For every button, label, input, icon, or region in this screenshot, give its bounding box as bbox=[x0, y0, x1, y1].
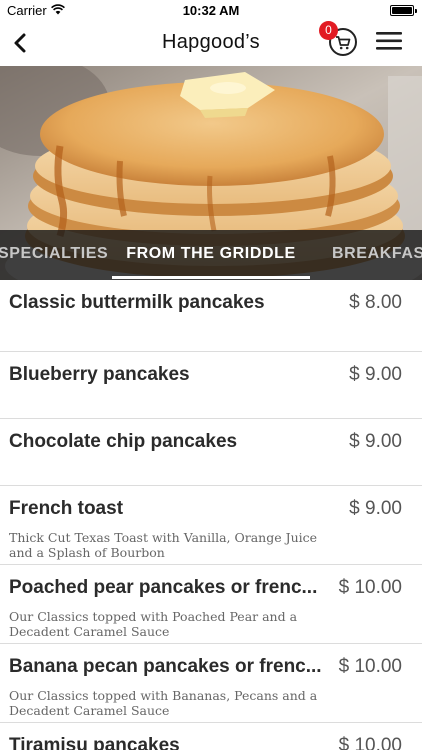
menu-item[interactable]: Poached pear pancakes or frenc... $ 10.0… bbox=[0, 565, 422, 644]
tab-from-the-griddle[interactable]: FROM THE GRIDDLE bbox=[112, 230, 310, 280]
item-price: $ 10.00 bbox=[338, 735, 402, 750]
cart-count-badge: 0 bbox=[319, 21, 338, 40]
tab-breakfast[interactable]: BREAKFAST bbox=[332, 230, 422, 280]
item-name: Tiramisu pancakes bbox=[9, 735, 180, 750]
status-bar: Carrier 10:32 AM bbox=[0, 0, 422, 22]
item-description: Our Classics topped with Bananas, Pecans… bbox=[9, 688, 318, 718]
item-price: $ 9.00 bbox=[349, 498, 402, 519]
item-name: Banana pecan pancakes or frenc... bbox=[9, 656, 322, 677]
battery-icon bbox=[390, 5, 417, 16]
menu-item[interactable]: Blueberry pancakes $ 9.00 bbox=[0, 352, 422, 419]
menu-item[interactable]: French toast $ 9.00 Thick Cut Texas Toas… bbox=[0, 486, 422, 565]
item-name: Blueberry pancakes bbox=[9, 364, 190, 385]
item-name: Chocolate chip pancakes bbox=[9, 431, 238, 452]
item-price: $ 8.00 bbox=[349, 292, 402, 313]
item-price: $ 9.00 bbox=[349, 431, 402, 452]
status-time: 10:32 AM bbox=[182, 3, 240, 18]
menu-item[interactable]: Classic buttermilk pancakes $ 8.00 bbox=[0, 280, 422, 352]
menu-item[interactable]: Chocolate chip pancakes $ 9.00 bbox=[0, 419, 422, 486]
item-description: Thick Cut Texas Toast with Vanilla, Oran… bbox=[9, 530, 318, 560]
item-price: $ 9.00 bbox=[349, 364, 402, 385]
tab-specialties[interactable]: SPECIALTIES bbox=[0, 230, 108, 280]
hamburger-menu-icon[interactable] bbox=[374, 28, 404, 54]
item-description: Our Classics topped with Poached Pear an… bbox=[9, 609, 298, 639]
category-tabs: SPECIALTIES FROM THE GRIDDLE BREAKFAST bbox=[0, 230, 422, 280]
nav-bar: Hapgood’s 0 bbox=[0, 21, 422, 66]
menu-item[interactable]: Banana pecan pancakes or frenc... $ 10.0… bbox=[0, 644, 422, 723]
item-name: French toast bbox=[9, 498, 124, 519]
active-tab-indicator bbox=[112, 276, 310, 279]
chevron-left-icon[interactable] bbox=[6, 28, 36, 58]
item-price: $ 10.00 bbox=[338, 577, 402, 598]
cart-button[interactable]: 0 bbox=[319, 21, 358, 57]
item-name: Classic buttermilk pancakes bbox=[9, 292, 265, 313]
menu-item[interactable]: Tiramisu pancakes $ 10.00 bbox=[0, 723, 422, 750]
item-price: $ 10.00 bbox=[338, 656, 402, 677]
page-title: Hapgood’s bbox=[162, 31, 260, 53]
item-name: Poached pear pancakes or frenc... bbox=[9, 577, 318, 598]
